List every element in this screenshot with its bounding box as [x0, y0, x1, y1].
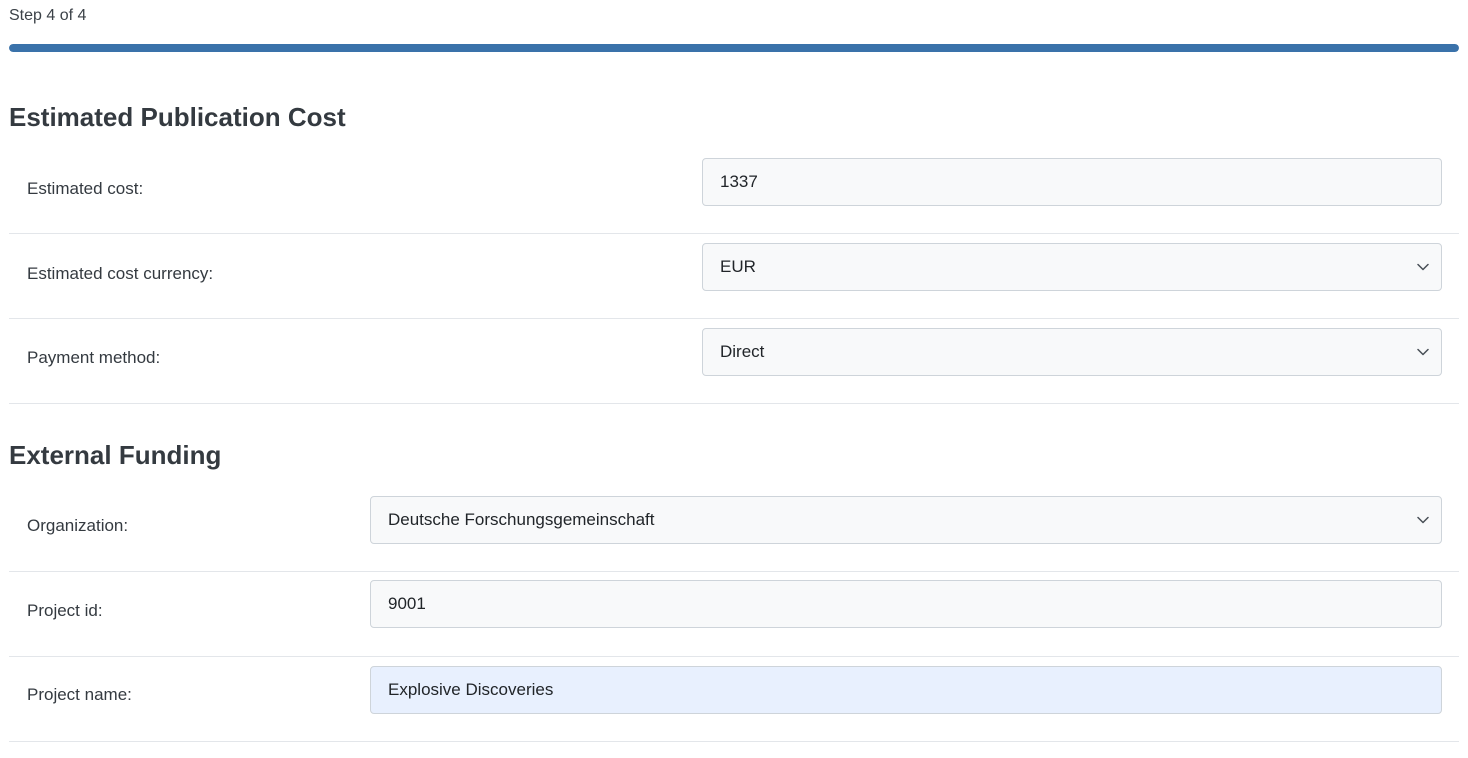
- currency-value: EUR: [720, 257, 756, 276]
- section-title-estimated-cost: Estimated Publication Cost: [9, 102, 346, 132]
- progress-bar: [9, 44, 1459, 52]
- organization-value: Deutsche Forschungsgemeinschaft: [388, 510, 655, 529]
- estimated-cost-label: Estimated cost:: [27, 179, 144, 198]
- chevron-down-icon: [1416, 345, 1430, 359]
- chevron-down-icon: [1416, 513, 1430, 527]
- field-row-organization: Organization: Deutsche Forschungsgemeins…: [9, 487, 1459, 572]
- organization-select[interactable]: Deutsche Forschungsgemeinschaft: [370, 496, 1442, 544]
- currency-label: Estimated cost currency:: [27, 264, 214, 283]
- field-row-project-id: Project id: 9001: [9, 572, 1459, 657]
- project-id-label: Project id:: [27, 601, 103, 620]
- project-id-input[interactable]: 9001: [370, 580, 1442, 628]
- estimated-cost-value: 1337: [720, 172, 758, 191]
- project-id-value: 9001: [388, 594, 426, 613]
- field-row-currency: Estimated cost currency: EUR: [9, 234, 1459, 319]
- progress-bar-fill: [9, 44, 1459, 52]
- section-title-external-funding: External Funding: [9, 440, 222, 470]
- field-row-project-name: Project name: Explosive Discoveries: [9, 657, 1459, 742]
- chevron-down-icon: [1416, 260, 1430, 274]
- organization-label: Organization:: [27, 516, 129, 535]
- step-indicator: Step 4 of 4: [9, 7, 87, 24]
- payment-method-label: Payment method:: [27, 348, 161, 367]
- field-row-payment-method: Payment method: Direct: [9, 319, 1459, 404]
- form-page: Step 4 of 4 Estimated Publication Cost E…: [0, 0, 1468, 758]
- currency-select[interactable]: EUR: [702, 243, 1442, 291]
- project-name-value: Explosive Discoveries: [388, 680, 554, 699]
- payment-method-select[interactable]: Direct: [702, 328, 1442, 376]
- field-row-estimated-cost: Estimated cost: 1337: [9, 149, 1459, 234]
- payment-method-value: Direct: [720, 342, 765, 361]
- project-name-label: Project name:: [27, 685, 132, 704]
- estimated-cost-input[interactable]: 1337: [702, 158, 1442, 206]
- project-name-input[interactable]: Explosive Discoveries: [370, 666, 1442, 714]
